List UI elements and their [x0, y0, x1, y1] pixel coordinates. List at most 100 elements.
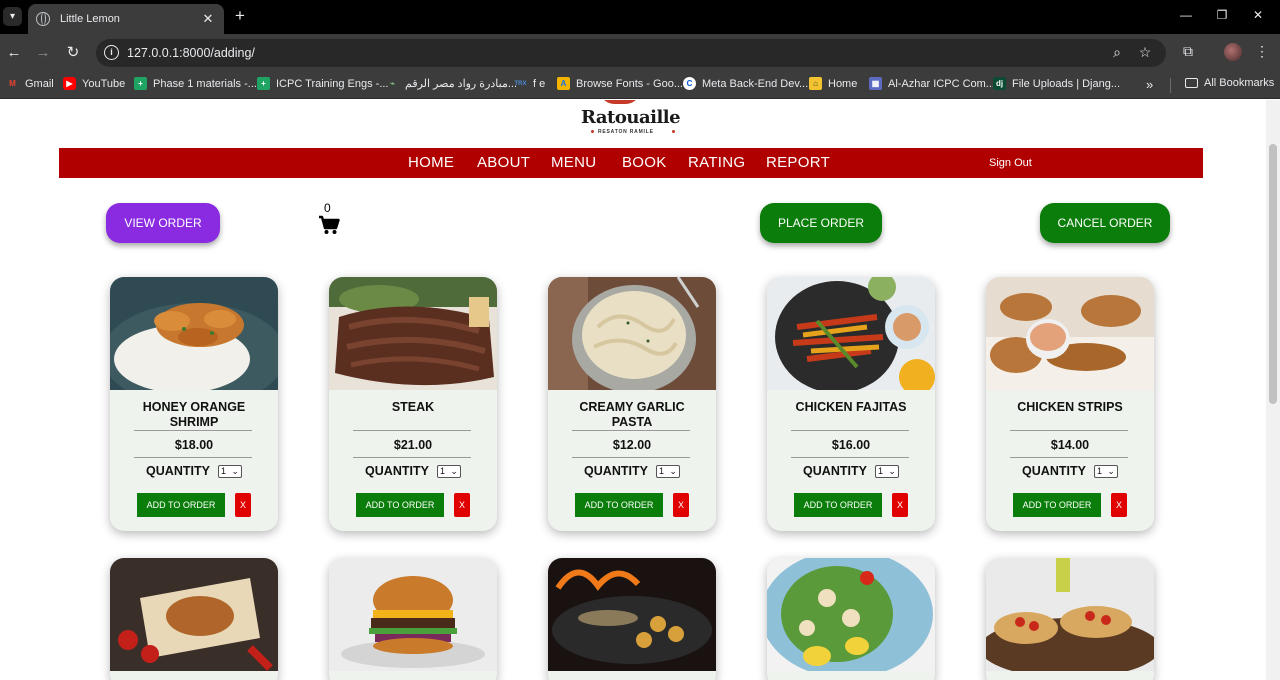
logo-emblem — [600, 100, 640, 104]
url-text[interactable]: 127.0.0.1:8000/adding/ — [127, 46, 255, 60]
cart-icon[interactable] — [318, 215, 340, 235]
more-menu-icon[interactable]: ⋮ — [1252, 43, 1272, 60]
bookmark-label: مبادرة رواد مصر الرقم... — [405, 78, 518, 90]
restore-icon[interactable]: ❐ — [1214, 8, 1230, 22]
menu-card-salad — [767, 558, 935, 680]
add-to-order-button[interactable]: ADD TO ORDER — [356, 493, 444, 517]
chevron-down-icon: ⌄ — [231, 465, 239, 476]
page-scrollbar[interactable] — [1266, 100, 1280, 680]
bookmark-fonts[interactable]: A Browse Fonts - Goo... — [557, 77, 683, 90]
scrollbar-thumb[interactable] — [1269, 144, 1277, 404]
divider — [353, 430, 471, 431]
quantity-select[interactable]: 1 ⌄ — [217, 464, 242, 478]
bookmark-initiative[interactable]: ⌁ مبادرة رواد مصر الرقم... — [386, 77, 517, 90]
bookmark-label: f e — [533, 77, 546, 90]
remove-button[interactable]: X — [454, 493, 470, 517]
bookmark-icpc-training[interactable]: + ICPC Training Engs -... — [257, 77, 389, 90]
bruschetta-dish-image — [986, 558, 1154, 671]
add-to-order-button[interactable]: ADD TO ORDER — [137, 493, 225, 517]
quantity-row: QUANTITY 1 ⌄ — [110, 464, 278, 478]
reload-icon[interactable]: ↻ — [63, 43, 83, 63]
view-order-button[interactable]: VIEW ORDER — [106, 203, 220, 243]
menu-card-creamy-garlic-pasta: CREAMY GARLIC PASTA $12.00 QUANTITY 1 ⌄ A… — [548, 277, 716, 531]
divider — [134, 430, 252, 431]
bookmark-alazhar[interactable]: ▦ Al-Azhar ICPC Com... — [869, 77, 995, 90]
page-content: Ratouaille RESATON RAMILE HOME ABOUT MEN… — [0, 100, 1280, 680]
pasta-dish-image — [548, 277, 716, 390]
remove-button[interactable]: X — [673, 493, 689, 517]
quantity-select[interactable]: 1 ⌄ — [655, 464, 680, 478]
logo-dot — [672, 130, 675, 133]
all-bookmarks[interactable]: All Bookmarks — [1185, 77, 1274, 89]
item-price: $21.00 — [393, 438, 433, 452]
chevron-down-icon: ⌄ — [888, 465, 896, 476]
bookmark-label: ICPC Training Engs -... — [276, 77, 389, 90]
remove-button[interactable]: X — [235, 493, 251, 517]
shrimp-dish-image — [110, 277, 278, 390]
place-order-button[interactable]: PLACE ORDER — [760, 203, 882, 243]
initiative-icon: ⌁ — [390, 79, 395, 88]
nav-report[interactable]: REPORT — [766, 154, 830, 171]
remove-button[interactable]: X — [1111, 493, 1127, 517]
item-name: CREAMY GARLIC PASTA — [579, 400, 685, 429]
nav-about[interactable]: ABOUT — [477, 154, 530, 171]
quantity-value: 1 — [877, 466, 883, 476]
chevron-down-icon: ⌄ — [669, 465, 677, 476]
site-logo[interactable]: Ratouaille RESATON RAMILE — [578, 100, 688, 140]
tab-search-icon[interactable]: ▾ — [3, 7, 22, 26]
nav-menu[interactable]: MENU — [551, 154, 596, 171]
add-to-order-button[interactable]: ADD TO ORDER — [1013, 493, 1101, 517]
item-name: CHICKEN STRIPS — [1017, 400, 1123, 414]
forward-icon[interactable]: → — [33, 43, 53, 63]
nav-book[interactable]: BOOK — [622, 154, 667, 171]
add-to-order-button[interactable]: ADD TO ORDER — [575, 493, 663, 517]
divider — [791, 457, 909, 458]
site-info-icon[interactable]: i — [104, 45, 119, 60]
new-tab-icon[interactable]: + — [231, 7, 249, 25]
add-to-order-button[interactable]: ADD TO ORDER — [794, 493, 882, 517]
quantity-value: 1 — [658, 466, 664, 476]
quantity-select[interactable]: 1 ⌄ — [436, 464, 461, 478]
menu-card-chicken-strips: CHICKEN STRIPS $14.00 QUANTITY 1 ⌄ ADD TO… — [986, 277, 1154, 531]
zoom-search-icon[interactable]: ⌕ — [1108, 44, 1126, 61]
item-name: CHICKEN FAJITAS — [795, 400, 907, 414]
quantity-row: QUANTITY 1 ⌄ — [986, 464, 1154, 478]
nav-home[interactable]: HOME — [408, 154, 454, 171]
cancel-order-button[interactable]: CANCEL ORDER — [1040, 203, 1170, 243]
address-bar[interactable]: i 127.0.0.1:8000/adding/ ⌕ ☆ — [96, 39, 1166, 67]
quantity-value: 1 — [439, 466, 445, 476]
item-price: $18.00 — [174, 438, 214, 452]
bookmark-meta[interactable]: C Meta Back-End Dev... — [683, 77, 808, 90]
quantity-select[interactable]: 1 ⌄ — [1093, 464, 1118, 478]
bookmark-gmail[interactable]: M Gmail — [6, 77, 54, 90]
bookmark-phase1[interactable]: + Phase 1 materials -... — [134, 77, 257, 90]
bookmark-home[interactable]: ⌂ Home — [809, 77, 857, 90]
salad-dish-image — [767, 558, 935, 671]
extensions-icon[interactable]: ⧉ — [1178, 43, 1198, 60]
youtube-icon: ▶ — [63, 77, 76, 90]
close-window-icon[interactable]: ✕ — [1250, 8, 1266, 22]
menu-card-bruschetta — [986, 558, 1154, 680]
bookmark-fe[interactable]: TRX f e — [514, 77, 546, 90]
profile-avatar[interactable] — [1224, 43, 1242, 61]
bookmark-django[interactable]: dj File Uploads | Djang... — [993, 77, 1120, 90]
bookmarks-overflow-icon[interactable]: » — [1146, 77, 1153, 92]
bookmark-star-icon[interactable]: ☆ — [1136, 44, 1154, 61]
steak-dish-image — [329, 277, 497, 390]
quantity-select[interactable]: 1 ⌄ — [874, 464, 899, 478]
quantity-row: QUANTITY 1 ⌄ — [548, 464, 716, 478]
home-icon: ⌂ — [809, 77, 822, 90]
menu-card-steak: STEAK $21.00 QUANTITY 1 ⌄ ADD TO ORDER X — [329, 277, 497, 531]
bookmark-youtube[interactable]: ▶ YouTube — [63, 77, 125, 90]
logo-dot — [591, 130, 594, 133]
all-bookmarks-label: All Bookmarks — [1204, 77, 1275, 89]
minimize-icon[interactable]: — — [1178, 8, 1194, 22]
browser-tab[interactable]: Little Lemon ✕ — [28, 4, 224, 34]
back-icon[interactable]: ← — [4, 43, 24, 63]
quantity-label: QUANTITY — [365, 464, 429, 478]
quantity-row: QUANTITY 1 ⌄ — [329, 464, 497, 478]
sign-out-link[interactable]: Sign Out — [989, 157, 1032, 169]
nav-rating[interactable]: RATING — [688, 154, 745, 171]
remove-button[interactable]: X — [892, 493, 908, 517]
close-tab-icon[interactable]: ✕ — [200, 11, 216, 27]
